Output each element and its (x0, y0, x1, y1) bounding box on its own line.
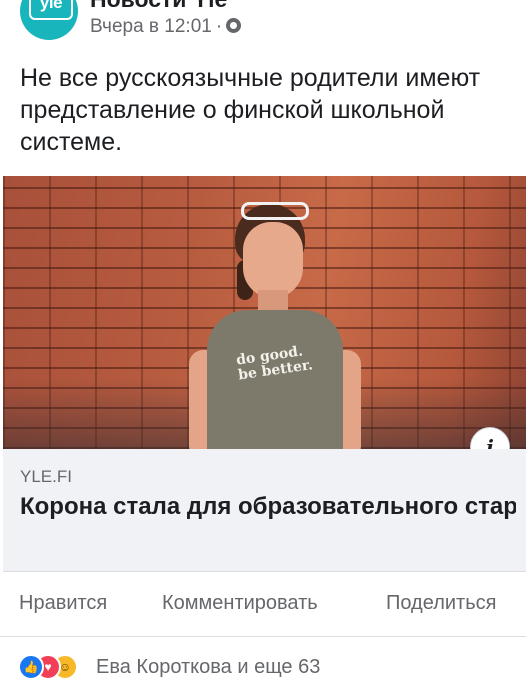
post-header: yle Новости Yle Вчера в 12:01· (0, 0, 526, 62)
meta-separator: · (215, 16, 223, 37)
post-timestamp[interactable]: Вчера в 12:01 (90, 16, 212, 37)
image-person: do good. be better. (185, 200, 365, 449)
post-actions-bar: Нравится Комментировать Поделиться (0, 572, 526, 637)
like-icon: 👍 (18, 654, 44, 680)
image-sunglasses (241, 202, 309, 220)
link-title: Корона стала для образовательного старта… (20, 493, 516, 520)
reactions-summary[interactable]: 👍 ♥ ☺ Ева Короткова и еще 63 (18, 650, 518, 680)
link-domain: YLE.FI (20, 467, 72, 486)
page-name[interactable]: Новости Yle (90, 0, 227, 13)
link-preview-card[interactable]: YLE.FI Корона стала для образовательного… (3, 449, 526, 572)
like-button[interactable]: Нравится (19, 592, 107, 615)
post-text: Не все русскоязычные родители имеют пред… (20, 64, 481, 156)
post-meta: Вчера в 12:01 · (90, 16, 242, 38)
comment-button[interactable]: Комментировать (162, 592, 318, 615)
share-button[interactable]: Поделиться (386, 592, 496, 615)
globe-icon (226, 18, 242, 33)
page-avatar[interactable]: yle (20, 0, 78, 40)
image-face (243, 222, 303, 298)
image-tshirt (207, 310, 343, 449)
yle-logo: yle (29, 0, 73, 20)
link-preview-image[interactable]: do good. be better. (3, 176, 526, 449)
reactions-text: Ева Короткова и еще 63 (96, 656, 321, 678)
